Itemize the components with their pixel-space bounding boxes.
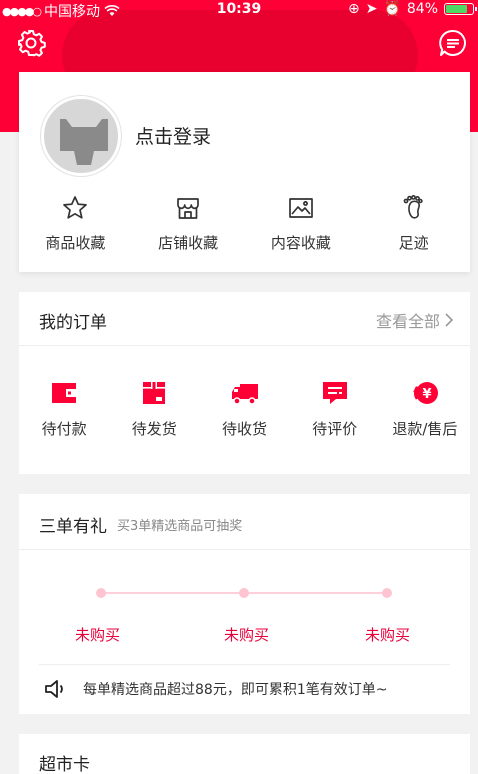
promo-header: 三单有礼 买3单精选商品可抽奖 xyxy=(19,494,470,550)
promo-title: 三单有礼 xyxy=(39,517,107,537)
step-status-3: 未购买 xyxy=(365,626,411,644)
favorite-content-label: 内容收藏 xyxy=(270,234,331,252)
alarm-icon: ⏰ xyxy=(383,1,401,17)
wallet-icon xyxy=(52,383,77,403)
progress-dot xyxy=(96,588,106,598)
status-bar: ●●●●○ 中国移动 10:39 ⊕ ➤ ⏰ 84% xyxy=(0,0,478,20)
order-pending-shipment[interactable]: 待发货 xyxy=(109,378,199,439)
tmall-cat-icon xyxy=(60,119,108,165)
pending-review-label: 待评价 xyxy=(312,420,358,438)
order-refund[interactable]: ¥ 退款/售后 xyxy=(380,378,470,439)
star-icon xyxy=(63,196,88,219)
orders-header: 我的订单 查看全部 xyxy=(19,292,470,346)
footprint-icon xyxy=(403,195,423,219)
step-status-1: 未购买 xyxy=(75,626,121,644)
gear-icon[interactable] xyxy=(16,28,46,58)
pending-shipment-label: 待发货 xyxy=(131,420,177,438)
orders-title: 我的订单 xyxy=(39,313,107,333)
promo-subtitle: 买3单精选商品可抽奖 xyxy=(117,519,243,534)
profile-card: 点击登录 商品收藏 店铺收藏 内容收藏 足迹 xyxy=(19,72,470,272)
progress-dot xyxy=(382,588,392,598)
footprints[interactable]: 足迹 xyxy=(357,194,470,264)
supermarket-card[interactable]: 超市卡 xyxy=(19,734,470,774)
location-icon: ➤ xyxy=(365,1,378,17)
message-icon[interactable] xyxy=(438,28,468,58)
avatar[interactable] xyxy=(41,96,121,176)
notice-text: 每单精选商品超过88元，即可累积1笔有效订单~ xyxy=(83,682,388,698)
refund-label: 退款/售后 xyxy=(392,420,458,438)
favorite-content[interactable]: 内容收藏 xyxy=(245,194,358,264)
promo-card: 三单有礼 买3单精选商品可抽奖 未购买 未购买 未购买 每单精选商品超过88元，… xyxy=(19,494,470,714)
order-pending-payment[interactable]: 待付款 xyxy=(19,378,109,439)
lock-rotation-icon: ⊕ xyxy=(347,1,360,17)
pending-payment-label: 待付款 xyxy=(41,420,87,438)
chevron-right-icon xyxy=(445,313,454,327)
supermarket-title: 超市卡 xyxy=(39,755,90,774)
favorites-row: 商品收藏 店铺收藏 内容收藏 足迹 xyxy=(19,194,470,264)
shop-icon xyxy=(177,198,199,219)
box-icon xyxy=(143,382,166,404)
truck-icon xyxy=(231,384,258,405)
favorite-shops-label: 店铺收藏 xyxy=(158,234,219,252)
promo-notice: 每单精选商品超过88元，即可累积1笔有效订单~ xyxy=(43,678,387,700)
comment-icon xyxy=(322,382,347,404)
refund-icon: ¥ xyxy=(412,382,438,404)
order-pending-receipt[interactable]: 待收货 xyxy=(199,378,289,439)
pending-receipt-label: 待收货 xyxy=(222,420,268,438)
battery-icon xyxy=(444,3,477,15)
speaker-icon xyxy=(45,680,63,698)
battery-percent: 84% xyxy=(406,1,438,17)
login-link[interactable]: 点击登录 xyxy=(135,122,211,149)
orders-card: 我的订单 查看全部 待付款 待发货 待收货 待评价 ¥ 退款/售后 xyxy=(19,292,470,474)
progress-dot xyxy=(239,588,249,598)
order-status-row: 待付款 待发货 待收货 待评价 ¥ 退款/售后 xyxy=(19,378,470,439)
see-all-orders-link[interactable]: 查看全部 xyxy=(376,308,454,332)
footprints-label: 足迹 xyxy=(398,234,429,252)
image-icon xyxy=(289,198,313,218)
step-status-2: 未购买 xyxy=(224,626,270,644)
favorite-goods-label: 商品收藏 xyxy=(45,234,106,252)
divider xyxy=(39,664,450,665)
favorite-shops[interactable]: 店铺收藏 xyxy=(132,194,245,264)
order-pending-review[interactable]: 待评价 xyxy=(290,378,380,439)
favorite-goods[interactable]: 商品收藏 xyxy=(19,194,132,264)
svg-text:¥: ¥ xyxy=(422,387,431,402)
see-all-label: 查看全部 xyxy=(375,312,440,331)
